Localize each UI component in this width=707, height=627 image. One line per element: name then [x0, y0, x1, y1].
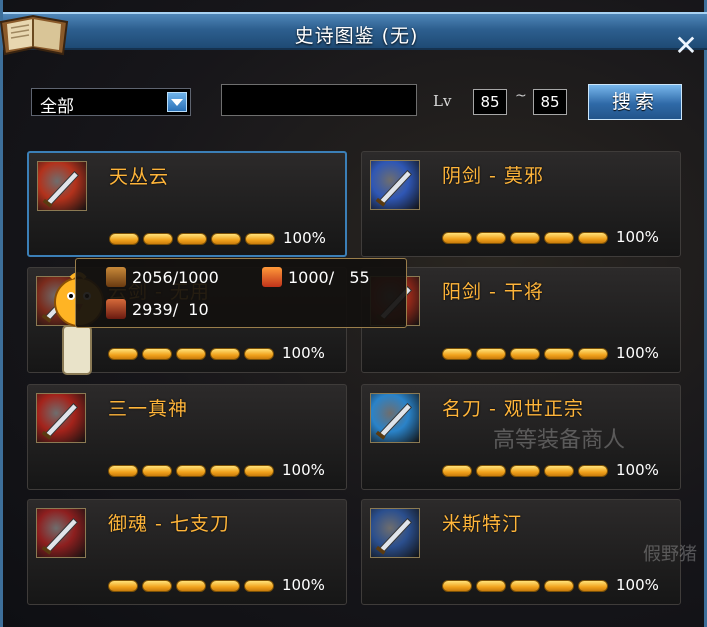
- window-title: 史诗图鉴 (无): [294, 25, 419, 47]
- level-label: Lv: [433, 92, 452, 110]
- item-name: 名刀 - 观世正宗: [442, 398, 584, 420]
- item-name: 米斯特汀: [442, 513, 523, 535]
- progress-percent: 100%: [616, 461, 659, 479]
- progress-bar: [108, 580, 278, 593]
- epic-item-card[interactable]: 阳剑 - 干将 100%: [361, 267, 681, 373]
- progress-segment: [476, 580, 506, 592]
- progress-segment: [177, 233, 207, 245]
- red-sword-icon: [36, 393, 86, 443]
- progress-percent: 100%: [282, 344, 325, 362]
- progress-percent: 100%: [283, 229, 326, 247]
- progress-percent: 100%: [616, 576, 659, 594]
- blue-sword-icon: [370, 160, 420, 210]
- epic-item-card[interactable]: 米斯特汀 100%: [361, 499, 681, 605]
- red-sword-icon: [36, 508, 86, 558]
- epic-item-card[interactable]: 三一真神 100%: [27, 384, 347, 490]
- item-name: 御魂 - 七支刀: [108, 513, 230, 535]
- progress-segment: [442, 580, 472, 592]
- progress-segment: [108, 465, 138, 477]
- epic-collection-window: 史诗图鉴 (无) ✕ 全部 Lv 85 ~ 85 搜索 天丛云 100% 阴剑 - …: [0, 0, 707, 627]
- level-min-field[interactable]: 85: [473, 89, 507, 115]
- item-name: 三一真神: [108, 398, 189, 420]
- progress-segment: [578, 465, 608, 477]
- chevron-down-icon[interactable]: [167, 92, 187, 112]
- progress-segment: [176, 580, 206, 592]
- progress-segment: [544, 465, 574, 477]
- progress-percent: 100%: [282, 461, 325, 479]
- close-icon[interactable]: ✕: [672, 32, 700, 60]
- blue-sword-icon: [370, 393, 420, 443]
- progress-percent: 100%: [616, 344, 659, 362]
- search-input[interactable]: [221, 84, 417, 116]
- blue-sword-icon: [370, 508, 420, 558]
- progress-segment: [108, 580, 138, 592]
- progress-segment: [245, 233, 275, 245]
- progress-bar: [108, 465, 278, 478]
- progress-segment: [244, 465, 274, 477]
- item-name: 阳剑 - 干将: [442, 281, 544, 303]
- progress-segment: [510, 348, 540, 360]
- progress-segment: [143, 233, 173, 245]
- progress-segment: [510, 580, 540, 592]
- category-value: 全部: [40, 97, 74, 117]
- search-button[interactable]: 搜索: [588, 84, 682, 120]
- item-name: 天丛云: [109, 166, 170, 188]
- progress-bar: [442, 580, 612, 593]
- progress-bar: [108, 348, 278, 361]
- progress-percent: 100%: [282, 576, 325, 594]
- progress-bar: [442, 465, 612, 478]
- progress-segment: [476, 348, 506, 360]
- progress-segment: [108, 348, 138, 360]
- progress-segment: [578, 580, 608, 592]
- progress-segment: [142, 580, 172, 592]
- progress-segment: [544, 580, 574, 592]
- progress-segment: [442, 232, 472, 244]
- progress-segment: [142, 465, 172, 477]
- progress-segment: [142, 348, 172, 360]
- progress-segment: [442, 348, 472, 360]
- progress-percent: 100%: [616, 228, 659, 246]
- stat-tooltip: 2056/1000 1000/ 55 2939/ 10: [75, 258, 407, 328]
- progress-segment: [211, 233, 241, 245]
- progress-segment: [244, 348, 274, 360]
- fire-icon: [262, 267, 282, 287]
- progress-segment: [510, 465, 540, 477]
- tooltip-stat-1: 2056/1000: [132, 267, 219, 287]
- watermark-merchant: 高等装备商人: [493, 428, 626, 453]
- epic-item-card[interactable]: 御魂 - 七支刀 100%: [27, 499, 347, 605]
- progress-bar: [442, 348, 612, 361]
- watermark-user: 假野猪: [643, 544, 697, 565]
- progress-segment: [476, 232, 506, 244]
- progress-segment: [210, 580, 240, 592]
- title-bar[interactable]: 史诗图鉴 (无) ✕: [0, 12, 707, 60]
- progress-bar: [109, 233, 279, 246]
- progress-segment: [210, 465, 240, 477]
- material-icon: [106, 267, 126, 287]
- progress-segment: [442, 465, 472, 477]
- progress-segment: [176, 465, 206, 477]
- epic-item-card[interactable]: 阴剑 - 莫邪 100%: [361, 151, 681, 257]
- red-sword-icon: [37, 161, 87, 211]
- crystal-icon: [106, 299, 126, 319]
- progress-segment: [109, 233, 139, 245]
- progress-segment: [510, 232, 540, 244]
- category-dropdown[interactable]: 全部: [31, 88, 191, 117]
- tooltip-stat-3: 2939/ 10: [132, 299, 209, 319]
- progress-segment: [578, 232, 608, 244]
- progress-segment: [244, 580, 274, 592]
- filter-bar: 全部 Lv 85 ~ 85 搜索: [3, 80, 707, 124]
- progress-segment: [210, 348, 240, 360]
- progress-segment: [176, 348, 206, 360]
- epic-item-card[interactable]: 天丛云 100%: [27, 151, 347, 257]
- tooltip-stat-2: 1000/ 55: [288, 267, 370, 287]
- progress-segment: [544, 348, 574, 360]
- progress-segment: [578, 348, 608, 360]
- progress-bar: [442, 232, 612, 245]
- item-name: 阴剑 - 莫邪: [442, 165, 544, 187]
- level-max-field[interactable]: 85: [533, 89, 567, 115]
- progress-segment: [544, 232, 574, 244]
- progress-segment: [476, 465, 506, 477]
- level-separator: ~: [515, 88, 527, 104]
